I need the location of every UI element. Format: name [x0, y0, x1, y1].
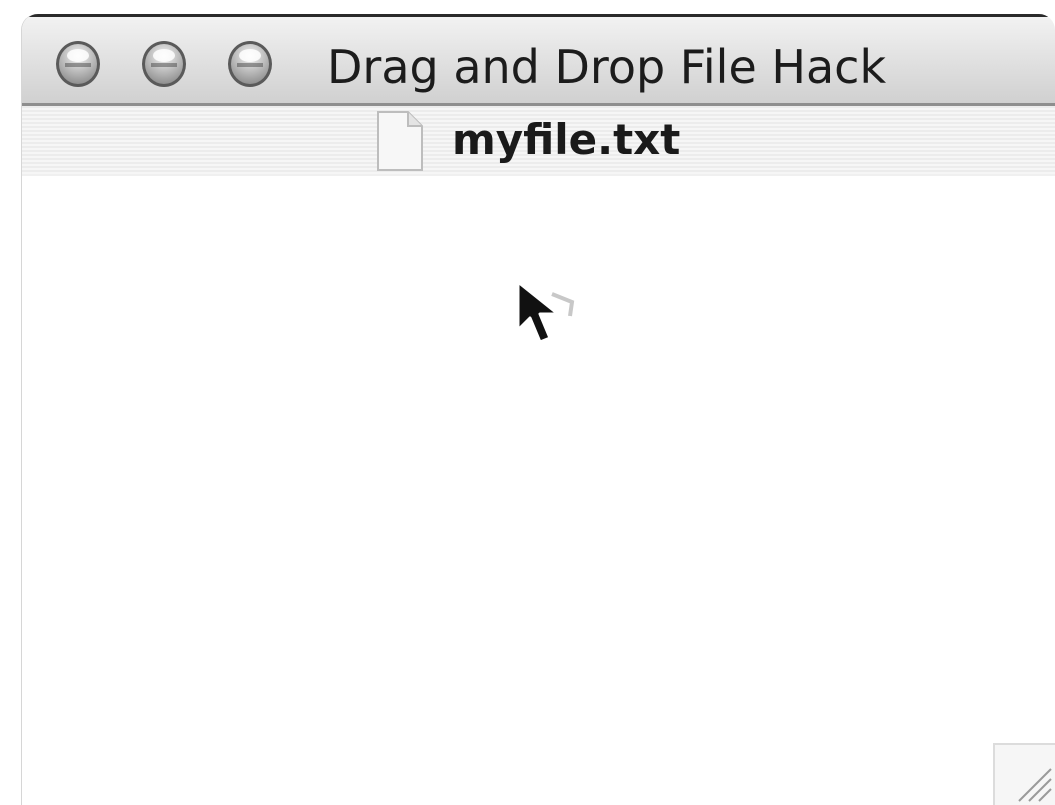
content-area[interactable] [22, 176, 1055, 805]
document-icon[interactable] [374, 108, 426, 174]
arrow-cursor-icon [516, 280, 575, 344]
window-title: Drag and Drop File Hack [327, 40, 887, 94]
app-window: Drag and Drop File Hack myfile.txt [22, 14, 1055, 805]
resize-grip-icon [1018, 768, 1052, 802]
resize-grip[interactable] [993, 743, 1055, 805]
close-button[interactable] [56, 41, 100, 87]
minimize-button[interactable] [142, 41, 186, 87]
title-bar[interactable]: Drag and Drop File Hack [22, 14, 1055, 106]
file-name-label[interactable]: myfile.txt [452, 113, 680, 167]
path-bar: myfile.txt [22, 106, 1055, 176]
zoom-button[interactable] [228, 41, 272, 87]
